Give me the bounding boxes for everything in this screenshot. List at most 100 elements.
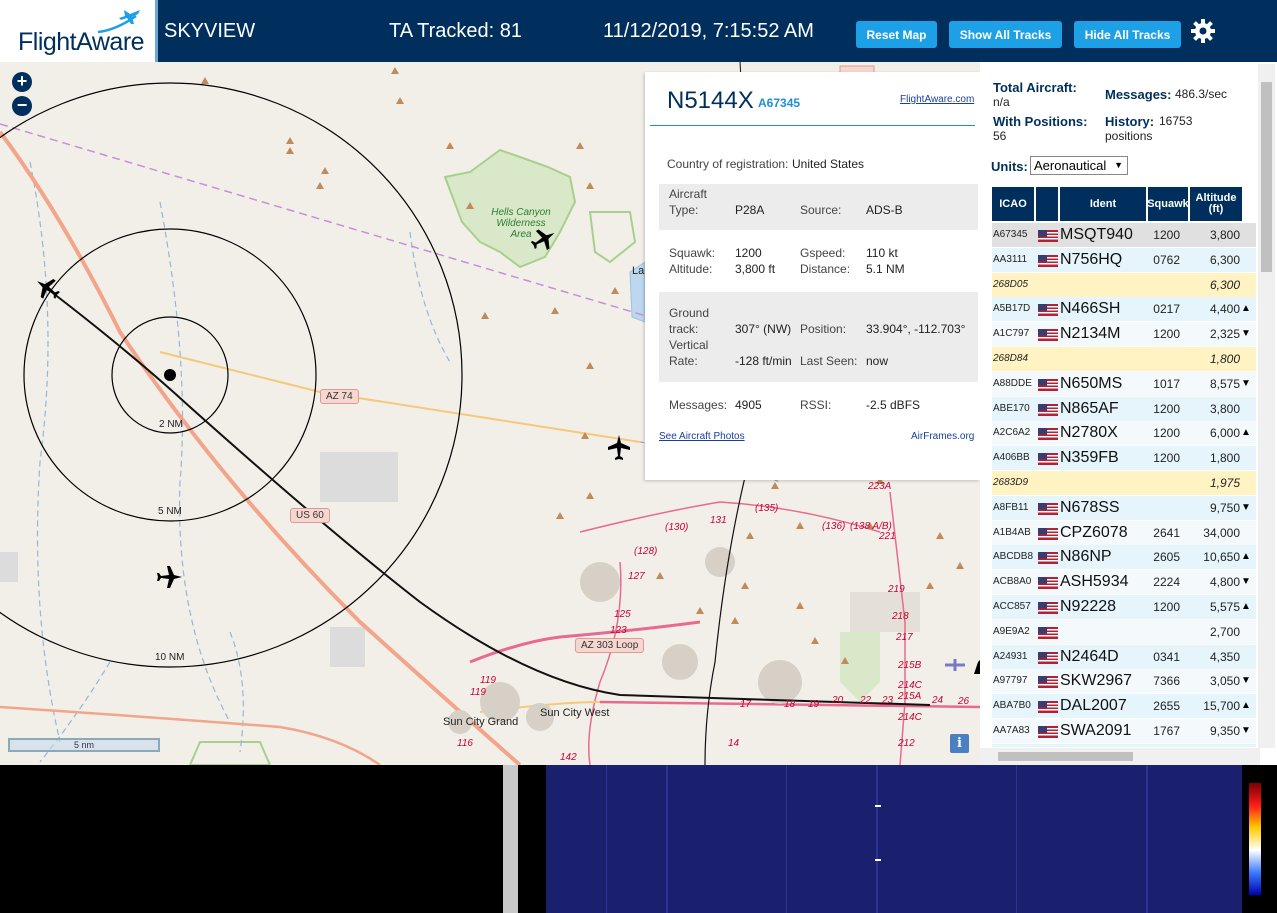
- table-row[interactable]: ACC857 N92228 1200 5,575 ▲: [992, 595, 1256, 619]
- us-flag-icon: [1038, 626, 1058, 639]
- table-row[interactable]: AA7A83 SWA2091 1767 9,350 ▼: [992, 719, 1256, 743]
- cell-squawk: 0341: [1153, 649, 1180, 664]
- table-row[interactable]: A67345 MSQT940 1200 3,800: [992, 223, 1256, 247]
- aircraft-table: ICAO Ident Squawk Altitude (ft) A67345 MS…: [992, 187, 1256, 747]
- cell-ident: N756HQ: [1060, 250, 1123, 268]
- table-row[interactable]: ABA7B0 DAL2007 2655 15,700 ▲: [992, 694, 1256, 719]
- table-row[interactable]: AA3111 N756HQ 0762 6,300: [992, 247, 1256, 272]
- road-number: 20: [832, 695, 844, 706]
- flightaware-link[interactable]: FlightAware.com: [900, 94, 974, 105]
- cell-flag: [1036, 471, 1058, 495]
- table-row[interactable]: A88DDE N650MS 1017 8,575 ▼: [992, 371, 1256, 396]
- road-number: 215A: [898, 691, 922, 702]
- table-row[interactable]: 268D84 1,800: [992, 347, 1256, 371]
- us-flag-icon: [1038, 676, 1058, 689]
- cell-squawk: [1144, 620, 1180, 644]
- altitude-trend-icon: ▼: [1241, 576, 1251, 588]
- us-flag-icon: [1038, 230, 1058, 242]
- table-row[interactable]: A406BB N359FB 1200 1,800: [992, 446, 1256, 471]
- cell-ident: N650MS: [1060, 374, 1123, 392]
- cell-flag: [1036, 347, 1058, 371]
- col-header-squawk[interactable]: Squawk: [1147, 187, 1189, 221]
- table-row[interactable]: ABCDB8 N86NP 2605 10,650 ▲: [992, 545, 1256, 570]
- altitude-trend-icon: ▲: [1241, 601, 1251, 612]
- hide-all-tracks-button[interactable]: Hide All Tracks: [1074, 21, 1181, 48]
- panel-splitter[interactable]: [503, 765, 518, 913]
- table-row[interactable]: A1C797 N2134M 1200 2,325 ▼: [992, 322, 1256, 347]
- zoom-out-button[interactable]: −: [12, 96, 32, 116]
- chevron-down-icon: ▼: [1114, 160, 1123, 170]
- cell-icao: ACC857: [993, 601, 1031, 612]
- table-row[interactable]: ACB8A0 ASH5934 2224 4,800 ▼: [992, 570, 1256, 595]
- rssi-label: RSSI:: [800, 398, 832, 412]
- table-row[interactable]: A1B4AB CPZ6078 2641 34,000: [992, 520, 1256, 545]
- cell-ident: [1060, 471, 1146, 495]
- squawk-value: 1200: [735, 246, 762, 260]
- map-scale-bar: 5 nm: [8, 738, 160, 752]
- cell-flag: [1036, 421, 1058, 445]
- cell-squawk: 2655: [1153, 699, 1180, 714]
- scrollbar-thumb[interactable]: [998, 752, 1133, 761]
- cell-altitude: 9,350: [1209, 724, 1240, 738]
- table-row[interactable]: 268D05 6,300: [992, 272, 1256, 297]
- color-scale: [1249, 783, 1261, 895]
- road-number: 215B: [898, 660, 922, 671]
- scrollbar-thumb[interactable]: [1261, 82, 1272, 272]
- aircraft-type-label-2: Type:: [669, 203, 699, 217]
- vertical-scrollbar[interactable]: [1258, 64, 1275, 748]
- cell-squawk: 2605: [1153, 550, 1180, 565]
- table-row[interactable]: A97797 SKW2967 7366 3,050 ▼: [992, 669, 1256, 694]
- cell-squawk: 1200: [1153, 600, 1180, 614]
- road-number: 119: [470, 687, 486, 698]
- table-row[interactable]: A2C6A2 N2780X 1200 6,000 ▲: [992, 421, 1256, 446]
- col-header-altitude[interactable]: Altitude (ft): [1190, 187, 1242, 221]
- cell-ident: ASH5934: [1060, 573, 1129, 591]
- cell-flag: [1036, 620, 1058, 644]
- position-label: Position:: [800, 322, 847, 336]
- history-unit: positions: [1105, 129, 1153, 143]
- selected-registration: N5144X: [667, 87, 754, 114]
- table-row[interactable]: A24931 N2464D 0341 4,350: [992, 644, 1256, 669]
- airframes-link[interactable]: AirFrames.org: [911, 431, 974, 442]
- cell-flag: [1036, 719, 1058, 743]
- road-number: 14: [728, 738, 740, 749]
- cell-flag: [1036, 322, 1058, 346]
- us-flag-icon: [1038, 577, 1058, 590]
- messages-value: 4905: [735, 398, 762, 412]
- gspeed-label: Gspeed:: [800, 246, 846, 260]
- cell-altitude: 1,800: [1209, 352, 1240, 366]
- reset-map-button[interactable]: Reset Map: [856, 21, 937, 48]
- aircraft-photos-link[interactable]: See Aircraft Photos: [659, 431, 745, 442]
- us-flag-icon: [1038, 726, 1058, 738]
- us-flag-icon: [1038, 701, 1058, 714]
- units-select[interactable]: Aeronautical ▼: [1030, 156, 1128, 175]
- table-row[interactable]: A71B6D SWA3963077714,850▼: [992, 743, 1256, 747]
- altitude-trend-icon: [1241, 223, 1255, 247]
- app-title: SKYVIEW: [164, 20, 256, 42]
- cell-squawk: 1200: [1153, 451, 1180, 466]
- units-label: Units:: [991, 159, 1028, 174]
- clock: 11/12/2019, 7:15:52 AM: [603, 20, 814, 42]
- cell-icao: ACB8A0: [993, 576, 1032, 588]
- col-header-ident[interactable]: Ident: [1060, 187, 1146, 221]
- altitude-trend-icon: [1241, 620, 1255, 644]
- road-number: 116: [457, 738, 473, 749]
- table-row[interactable]: A5B17D N466SH 0217 4,400 ▲: [992, 297, 1256, 322]
- table-row[interactable]: A8FB11 N678SS 9,750 ▼: [992, 495, 1256, 520]
- position-value: 33.904°, -112.703°: [866, 322, 966, 336]
- cell-ident: [1060, 273, 1146, 297]
- col-header-icao[interactable]: ICAO: [992, 187, 1034, 221]
- cell-icao: A67345: [993, 229, 1028, 240]
- zoom-in-button[interactable]: +: [12, 72, 32, 92]
- aircraft-sidebar: Total Aircraft: n/a Messages: 486.3/sec …: [980, 62, 1277, 765]
- cell-flag: [1036, 744, 1058, 747]
- horizontal-scrollbar[interactable]: [980, 748, 1260, 765]
- show-all-tracks-button[interactable]: Show All Tracks: [949, 21, 1062, 48]
- gear-icon[interactable]: [1190, 18, 1216, 44]
- info-button[interactable]: i: [950, 734, 969, 753]
- road-number: 123: [610, 625, 627, 636]
- table-row[interactable]: ABE170 N865AF 1200 3,800: [992, 396, 1256, 421]
- cell-icao: A2C6A2: [993, 427, 1031, 439]
- table-row[interactable]: A9E9A2 2,700: [992, 619, 1256, 644]
- table-row[interactable]: 2683D9 1,975: [992, 471, 1256, 495]
